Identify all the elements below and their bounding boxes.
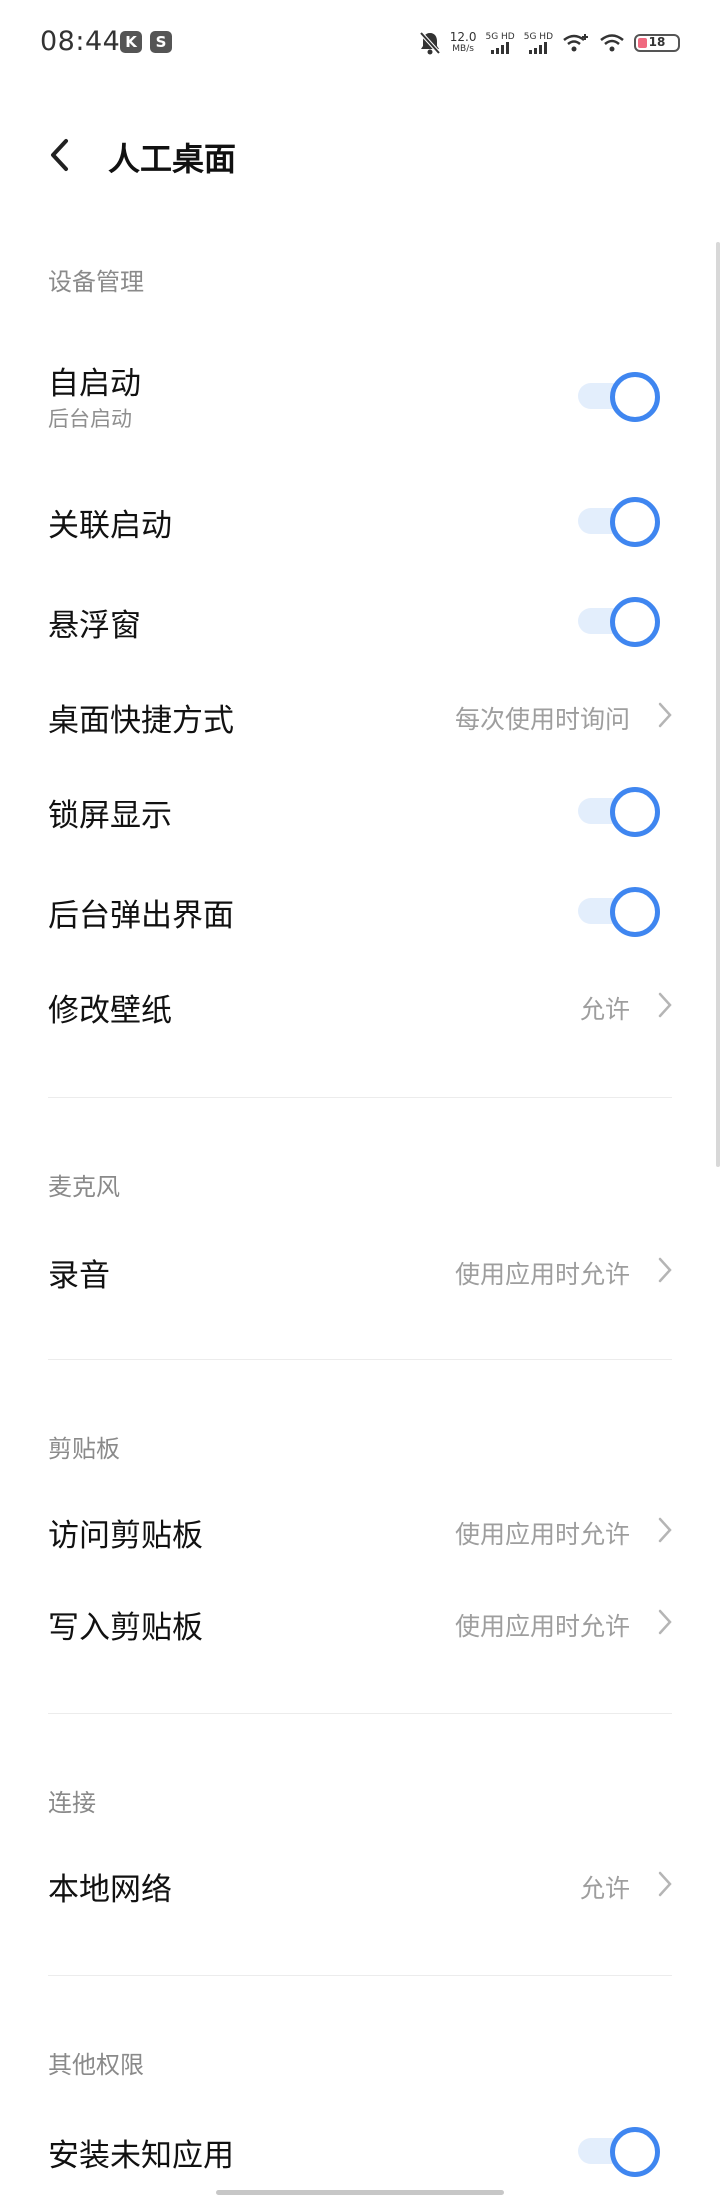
mute-bell-icon [419,31,441,55]
net-speed-value: 12.0 [449,30,477,44]
lockscreen-display-toggle[interactable] [576,785,662,837]
row-title: 修改壁纸 [48,993,172,1029]
net-speed-unit: MB/s [452,44,474,54]
sim2-signal-icon: 5G HD [524,32,553,54]
divider [48,1359,672,1360]
wifi-plus-icon [563,34,588,52]
app-s-icon: S [150,31,172,53]
row-value: 使用应用时允许 [454,1260,630,1289]
row-value: 使用应用时允许 [454,1612,630,1641]
row-title: 写入剪贴板 [48,1610,203,1646]
row-install-unknown-apps[interactable]: 安装未知应用 [0,2125,720,2177]
section-label-other: 其他权限 [48,2051,144,2079]
section-label-connection: 连接 [48,1789,96,1817]
back-chevron-left-icon[interactable] [46,135,76,175]
row-write-clipboard[interactable]: 写入剪贴板 使用应用时允许 [0,1597,720,1647]
status-time: 08:44 [40,26,121,57]
row-title: 关联启动 [48,508,172,544]
section-label-microphone: 麦克风 [48,1173,120,1201]
sim2-label: 5G HD [523,32,553,42]
section-label-device: 设备管理 [48,268,144,296]
row-auto-start[interactable]: 自启动 后台启动 [0,350,720,440]
row-title: 本地网络 [48,1872,172,1908]
row-read-clipboard[interactable]: 访问剪贴板 使用应用时允许 [0,1505,720,1555]
chevron-right-icon [658,992,672,1018]
row-title: 后台弹出界面 [48,898,234,934]
home-indicator[interactable] [216,2190,504,2195]
linked-start-toggle[interactable] [576,495,662,547]
divider [48,1975,672,1976]
chevron-right-icon [658,1257,672,1283]
row-value: 允许 [579,995,630,1024]
row-value: 每次使用时询问 [454,705,630,734]
row-modify-wallpaper[interactable]: 修改壁纸 允许 [0,980,720,1030]
sim1-label: 5G HD [485,32,515,42]
row-title: 自启动 [48,366,141,402]
status-bar: 08:44 K S 12.0 MB/s 5G HD 5G HD 18 [0,0,720,88]
install-unknown-apps-toggle[interactable] [576,2125,662,2177]
chevron-right-icon [658,1871,672,1897]
row-local-network[interactable]: 本地网络 允许 [0,1859,720,1909]
chevron-right-icon [658,1609,672,1635]
row-title: 录音 [48,1258,110,1294]
row-background-popup[interactable]: 后台弹出界面 [0,885,720,937]
row-subtitle: 后台启动 [48,407,132,431]
wifi-icon [600,34,624,52]
background-popup-toggle[interactable] [576,885,662,937]
row-value: 允许 [579,1874,630,1903]
row-value: 使用应用时允许 [454,1520,630,1549]
net-speed: 12.0 MB/s [450,31,477,55]
chevron-right-icon [658,702,672,728]
divider [48,1097,672,1098]
auto-start-toggle[interactable] [576,370,662,422]
divider [48,1713,672,1714]
chevron-right-icon [658,1517,672,1543]
row-recording[interactable]: 录音 使用应用时允许 [0,1245,720,1295]
row-title: 悬浮窗 [48,608,141,644]
floating-window-toggle[interactable] [576,595,662,647]
sim1-signal-icon: 5G HD [485,32,515,54]
battery-icon: 18 [634,34,680,52]
battery-level: 18 [648,35,666,49]
row-floating-window[interactable]: 悬浮窗 [0,595,720,647]
row-lockscreen-display[interactable]: 锁屏显示 [0,785,720,837]
app-k-icon: K [120,31,142,53]
page-title: 人工桌面 [108,140,237,178]
row-title: 访问剪贴板 [48,1518,203,1554]
row-linked-start[interactable]: 关联启动 [0,495,720,547]
row-title: 桌面快捷方式 [48,703,234,739]
row-title: 锁屏显示 [48,798,172,834]
row-title: 安装未知应用 [48,2138,234,2174]
section-label-clipboard: 剪贴板 [48,1435,120,1463]
app-header: 人工桌面 [0,110,720,200]
row-desktop-shortcut[interactable]: 桌面快捷方式 每次使用时询问 [0,690,720,740]
